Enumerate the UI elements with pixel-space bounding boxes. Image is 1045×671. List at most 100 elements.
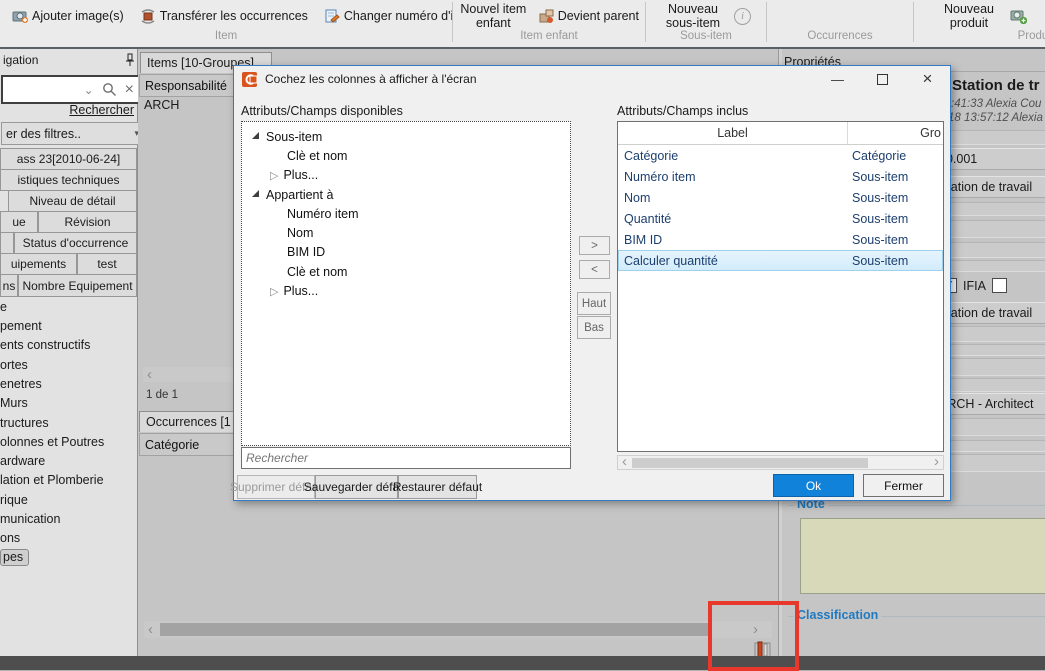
table-row[interactable]: BIM IDSous-item <box>618 229 943 250</box>
tree-item[interactable]: ▷Plus... <box>242 166 570 185</box>
table-row[interactable]: QuantitéSous-item <box>618 208 943 229</box>
new-product-button[interactable]: Nouveau produit <box>932 2 1006 31</box>
nom-field[interactable]: Station de travail <box>936 176 1045 198</box>
column-header-label[interactable]: Label <box>618 122 848 144</box>
search-icon[interactable] <box>102 82 117 97</box>
list-item[interactable]: ardware <box>0 454 45 468</box>
toolbar-group-label-sous-item: Sous-item <box>646 30 766 42</box>
close-button[interactable]: × <box>905 66 950 92</box>
list-item[interactable]: munication <box>0 512 60 526</box>
filter-tab-cut[interactable] <box>0 232 14 254</box>
tree-item[interactable]: Sous-item <box>242 127 570 146</box>
scrollbar-thumb[interactable] <box>632 458 868 468</box>
responsabilite-field[interactable]: ARCH - Architect <box>936 393 1045 415</box>
save-default-button[interactable]: Sauvegarder défaut <box>315 475 398 499</box>
list-item[interactable]: tructures <box>0 416 49 430</box>
list-item[interactable]: lation et Plomberie <box>0 473 104 487</box>
add-column-button[interactable]: > <box>579 236 610 255</box>
expander-expanded-icon[interactable] <box>252 190 259 197</box>
minimize-button[interactable]: — <box>815 66 860 92</box>
table-row[interactable]: Numéro itemSous-item <box>618 166 943 187</box>
table-row[interactable]: CatégorieCatégorie <box>618 145 943 166</box>
list-item[interactable]: Murs <box>0 396 28 410</box>
numero-field[interactable]: 10.001 <box>936 148 1045 170</box>
maximize-button[interactable] <box>860 66 905 92</box>
scroll-left-icon[interactable]: ‹ <box>143 370 156 380</box>
list-item[interactable]: olonnes et Poutres <box>0 435 104 449</box>
pin-icon[interactable] <box>124 53 136 67</box>
list-item[interactable]: rique <box>0 493 28 507</box>
items-hscrollbar[interactable]: ‹ <box>143 367 233 382</box>
add-images-button[interactable]: Ajouter image(s) <box>6 6 130 26</box>
available-fields-tree[interactable]: Sous-item Clè et nom ▷Plus... Appartient… <box>241 121 571 446</box>
filter-tab-nombre-equipement[interactable]: Nombre Equipement <box>18 274 137 297</box>
list-item[interactable]: pement <box>0 319 42 333</box>
filter-tab-ns[interactable]: ns <box>0 274 18 297</box>
list-item[interactable]: ents constructifs <box>0 338 90 352</box>
table-row[interactable]: NomSous-item <box>618 187 943 208</box>
tree-item[interactable]: ▷Plus... <box>242 281 570 300</box>
expander-expanded-icon[interactable] <box>252 132 259 139</box>
remove-column-button[interactable]: < <box>579 260 610 279</box>
tree-item[interactable]: BIM ID <box>242 243 570 262</box>
column-header-groupe[interactable]: Gro <box>848 122 943 144</box>
tab-occurrences[interactable]: Occurrences [1 <box>139 411 247 432</box>
items-cell-arch[interactable]: ARCH <box>144 98 179 112</box>
tree-item-label: Sous-item <box>266 130 322 144</box>
tree-item[interactable]: Clè et nom <box>242 146 570 165</box>
rechercher-link[interactable]: Rechercher <box>69 103 134 117</box>
clear-search-icon[interactable]: × <box>125 84 134 96</box>
scroll-right-icon[interactable]: › <box>930 457 943 467</box>
filter-tab-caracteristiques[interactable]: istiques techniques <box>0 169 137 191</box>
tree-item[interactable]: Clè et nom <box>242 262 570 281</box>
scroll-left-icon[interactable]: ‹ <box>618 457 631 467</box>
filter-tab-test[interactable]: test <box>77 253 137 275</box>
scroll-left-icon[interactable]: ‹ <box>144 625 157 635</box>
filter-tab-status-occurrence[interactable]: Status d'occurrence <box>14 232 137 254</box>
toolbar-group-occurrences: Occurrences <box>767 0 913 47</box>
filter-tab-label: ass 23[2010-06-24] <box>17 152 120 166</box>
transfer-occurrences-button[interactable]: Transférer les occurrences <box>134 6 314 26</box>
move-up-button[interactable]: Haut <box>577 292 611 315</box>
search-history-chevron-icon[interactable]: ⌄ <box>84 83 94 97</box>
sidebar-search-box[interactable]: ⌄ × <box>1 75 140 104</box>
table-row-selected[interactable]: Calculer quantitéSous-item <box>618 250 943 271</box>
ok-button[interactable]: Ok <box>773 474 854 497</box>
list-item[interactable]: enetres <box>0 377 42 391</box>
field-band <box>936 242 1045 258</box>
table-hscrollbar[interactable]: ‹ › <box>617 455 944 470</box>
filters-dropdown[interactable]: er des filtres.. ▾ <box>1 122 144 145</box>
filter-tab-uniclass[interactable]: ass 23[2010-06-24] <box>0 148 137 170</box>
restore-default-button[interactable]: Restaurer défaut <box>398 475 477 499</box>
list-item[interactable]: ons <box>0 531 20 545</box>
change-item-number-button[interactable]: Changer numéro d'item <box>318 6 452 26</box>
included-fields-table[interactable]: Label Gro CatégorieCatégorie Numéro item… <box>617 121 944 452</box>
list-item-selected[interactable]: pes <box>0 549 29 566</box>
scrollbar-thumb[interactable] <box>160 623 712 636</box>
tree-item[interactable]: Appartient à <box>242 185 570 204</box>
new-child-item-button[interactable]: Nouvel item enfant <box>459 2 528 31</box>
filter-tab-label: ue <box>12 215 25 229</box>
move-down-button[interactable]: Bas <box>577 316 611 339</box>
checkbox-unchecked-icon[interactable] <box>992 278 1007 293</box>
list-item[interactable]: ortes <box>0 358 28 372</box>
filter-tab-niveau-detail[interactable]: Niveau de détail <box>8 190 137 212</box>
type-field[interactable]: Station de travail <box>936 302 1045 324</box>
become-parent-button[interactable]: Devient parent <box>532 6 645 26</box>
expander-collapsed-icon[interactable]: ▷ <box>270 285 278 298</box>
occurrences-column-categorie[interactable]: Catégorie <box>139 433 245 456</box>
dialog-titlebar[interactable]: Cochez les colonnes à afficher à l'écran… <box>234 66 950 92</box>
tree-item[interactable]: Nom <box>242 223 570 242</box>
filter-tab-equipements[interactable]: uipements <box>0 253 77 275</box>
occurrences-hscrollbar[interactable]: ‹ › <box>144 621 772 638</box>
new-subitem-button[interactable]: Nouveau sous-item <box>656 2 730 31</box>
tree-item[interactable]: Numéro item <box>242 204 570 223</box>
dialog-search-input[interactable] <box>241 447 571 469</box>
fermer-button[interactable]: Fermer <box>863 474 944 497</box>
filter-tab-revision[interactable]: Révision <box>38 211 137 233</box>
note-textarea[interactable] <box>800 518 1045 594</box>
filter-tab-ue[interactable]: ue <box>0 211 38 233</box>
list-item[interactable]: e <box>0 300 7 314</box>
expander-collapsed-icon[interactable]: ▷ <box>270 169 278 182</box>
info-icon[interactable]: i <box>734 8 751 25</box>
